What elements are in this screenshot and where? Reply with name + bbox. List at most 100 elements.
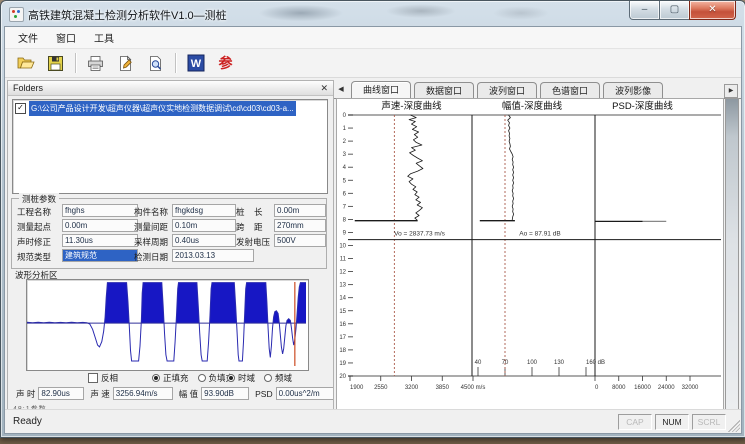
svg-text:20: 20	[339, 374, 346, 380]
svg-text:3200: 3200	[405, 385, 419, 391]
svg-text:8: 8	[343, 217, 347, 223]
param-field-2-1[interactable]: 270mm	[274, 219, 326, 232]
vertical-scrollbar[interactable]	[725, 98, 739, 412]
param-char-icon: 参	[219, 53, 233, 73]
tab-2[interactable]: 波列窗口	[477, 82, 537, 98]
tab-scroll-left-icon[interactable]: ◀	[335, 84, 347, 96]
file-listbox[interactable]: ✓ G:\公司产品设计开发\超声仪器\超声仪实地检测数据调试\cd\cd03\c…	[12, 99, 328, 194]
domain-radio-1[interactable]	[264, 374, 272, 382]
svg-text:10: 10	[339, 244, 346, 250]
param-field-0-1[interactable]: 0.00m	[62, 219, 138, 232]
svg-text:幅值-深度曲线: 幅值-深度曲线	[502, 100, 563, 112]
waveform-svg	[27, 280, 306, 368]
tab-strip: ◀ 曲线窗口数据窗口波列窗口色谱窗口波列影像 ▶	[334, 81, 741, 99]
menu-bar: 文件 窗口 工具	[5, 27, 741, 49]
folders-panel-header[interactable]: Folders ✕	[8, 81, 333, 96]
domain-label-0: 时域	[238, 372, 255, 384]
fill-label-0: 正填充	[163, 372, 189, 384]
app-icon	[9, 7, 24, 22]
toolbar-separator	[175, 53, 177, 73]
page-pencil-icon	[117, 55, 134, 72]
param-label-1-2: 采样周期	[134, 236, 168, 248]
svg-text:24000: 24000	[658, 385, 675, 391]
file-path: G:\公司产品设计开发\超声仪器\超声仪实地检测数据调试\cd\cd03\cd0…	[29, 101, 296, 116]
toolbar-separator	[75, 53, 77, 73]
waveform-view[interactable]	[26, 279, 309, 371]
tab-3[interactable]: 色谱窗口	[540, 82, 600, 98]
param-field-0-0[interactable]: fhghs	[62, 204, 138, 217]
word-icon: W	[187, 54, 205, 72]
parameters-button[interactable]: 参	[213, 52, 238, 75]
readout-field-3[interactable]: 0.00us^2/m	[276, 387, 334, 400]
param-field-2-0[interactable]: 0.00m	[274, 204, 326, 217]
save-floppy-icon	[47, 55, 64, 72]
readout-field-0[interactable]: 82.90us	[38, 387, 84, 400]
print-setup-button[interactable]	[113, 52, 138, 75]
open-folder-icon	[16, 55, 35, 72]
pile-params-group: 测桩参数 工程名称fhghs测量起点0.00m声时修正11.30us规范类型建筑…	[11, 198, 327, 269]
invert-checkbox[interactable]	[88, 373, 98, 383]
tab-0[interactable]: 曲线窗口	[351, 81, 411, 98]
minimize-button[interactable]: –	[629, 1, 660, 20]
param-field-1-2[interactable]: 0.40us	[172, 234, 236, 247]
file-list-item[interactable]: ✓ G:\公司产品设计开发\超声仪器\超声仪实地检测数据调试\cd\cd03\c…	[13, 102, 327, 115]
charts-svg: 01234567891011121314151617181920声速-深度曲线1…	[337, 99, 721, 408]
export-word-button[interactable]: W	[183, 52, 208, 75]
param-label-0-3: 规范类型	[17, 251, 51, 263]
window-title: 高铁建筑混凝土检测分析软件V1.0—测桩	[28, 7, 227, 23]
fill-radio-1[interactable]	[198, 374, 206, 382]
svg-text:1900: 1900	[350, 385, 364, 391]
svg-text:13: 13	[339, 283, 346, 289]
print-button[interactable]	[83, 52, 108, 75]
tab-1[interactable]: 数据窗口	[414, 82, 474, 98]
svg-text:0: 0	[595, 385, 599, 391]
chart-panel: ◀ 曲线窗口数据窗口波列窗口色谱窗口波列影像 ▶ 012345678910111…	[334, 80, 741, 411]
resize-grip[interactable]	[728, 420, 740, 432]
open-file-button[interactable]	[13, 52, 38, 75]
domain-radio-0[interactable]	[227, 374, 235, 382]
save-button[interactable]	[43, 52, 68, 75]
svg-text:1: 1	[343, 126, 347, 132]
tab-4[interactable]: 波列影像	[603, 82, 663, 98]
panel-close-icon[interactable]: ✕	[320, 82, 328, 94]
file-checkbox[interactable]: ✓	[15, 103, 26, 114]
titlebar[interactable]: 高铁建筑混凝土检测分析软件V1.0—测桩 – ▢ ✕	[1, 1, 745, 26]
menu-window[interactable]: 窗口	[47, 27, 85, 48]
param-label-0-2: 声时修正	[17, 236, 51, 248]
svg-text:7: 7	[343, 204, 347, 210]
svg-text:0: 0	[343, 113, 347, 119]
tab-scroll-right-icon[interactable]: ▶	[724, 84, 738, 98]
maximize-button[interactable]: ▢	[659, 1, 690, 20]
menu-tools[interactable]: 工具	[85, 27, 123, 48]
param-field-1-3[interactable]: 2013.03.13	[172, 249, 254, 262]
indicator-cap: CAP	[618, 414, 652, 430]
svg-text:2550: 2550	[374, 385, 388, 391]
svg-text:3: 3	[343, 152, 347, 158]
depth-curves-chart[interactable]: 01234567891011121314151617181920声速-深度曲线1…	[336, 98, 724, 411]
status-bar: Ready CAPNUMSCRL	[5, 409, 741, 433]
fill-radio-0[interactable]	[152, 374, 160, 382]
param-field-0-2[interactable]: 11.30us	[62, 234, 138, 247]
waveform-controls: 反相正填充负填充时域频域	[8, 372, 333, 384]
svg-text:11: 11	[340, 257, 347, 263]
svg-text:W: W	[190, 58, 201, 70]
svg-text:9: 9	[343, 230, 347, 236]
indicator-num: NUM	[655, 414, 689, 430]
svg-text:PSD-深度曲线: PSD-深度曲线	[612, 100, 673, 112]
readout-field-2[interactable]: 93.90dB	[201, 387, 249, 400]
param-field-1-1[interactable]: 0.10m	[172, 219, 236, 232]
menu-file[interactable]: 文件	[9, 27, 47, 48]
param-field-0-3[interactable]: 建筑规范	[62, 249, 138, 262]
print-preview-button[interactable]	[143, 52, 168, 75]
param-field-1-0[interactable]: fhgkdsg	[172, 204, 236, 217]
svg-text:3850: 3850	[436, 385, 450, 391]
svg-text:5: 5	[343, 178, 347, 184]
domain-label-1: 频域	[275, 372, 292, 384]
param-field-2-2[interactable]: 500V	[274, 234, 326, 247]
svg-text:Ao = 87.91 dB: Ao = 87.91 dB	[519, 230, 560, 237]
folders-panel: Folders ✕ ✓ G:\公司产品设计开发\超声仪器\超声仪实地检测数据调试…	[7, 80, 334, 413]
svg-text:声速-深度曲线: 声速-深度曲线	[381, 100, 442, 112]
svg-text:17: 17	[339, 335, 346, 341]
readout-field-1[interactable]: 3256.94m/s	[113, 387, 173, 400]
close-button[interactable]: ✕	[689, 1, 736, 20]
